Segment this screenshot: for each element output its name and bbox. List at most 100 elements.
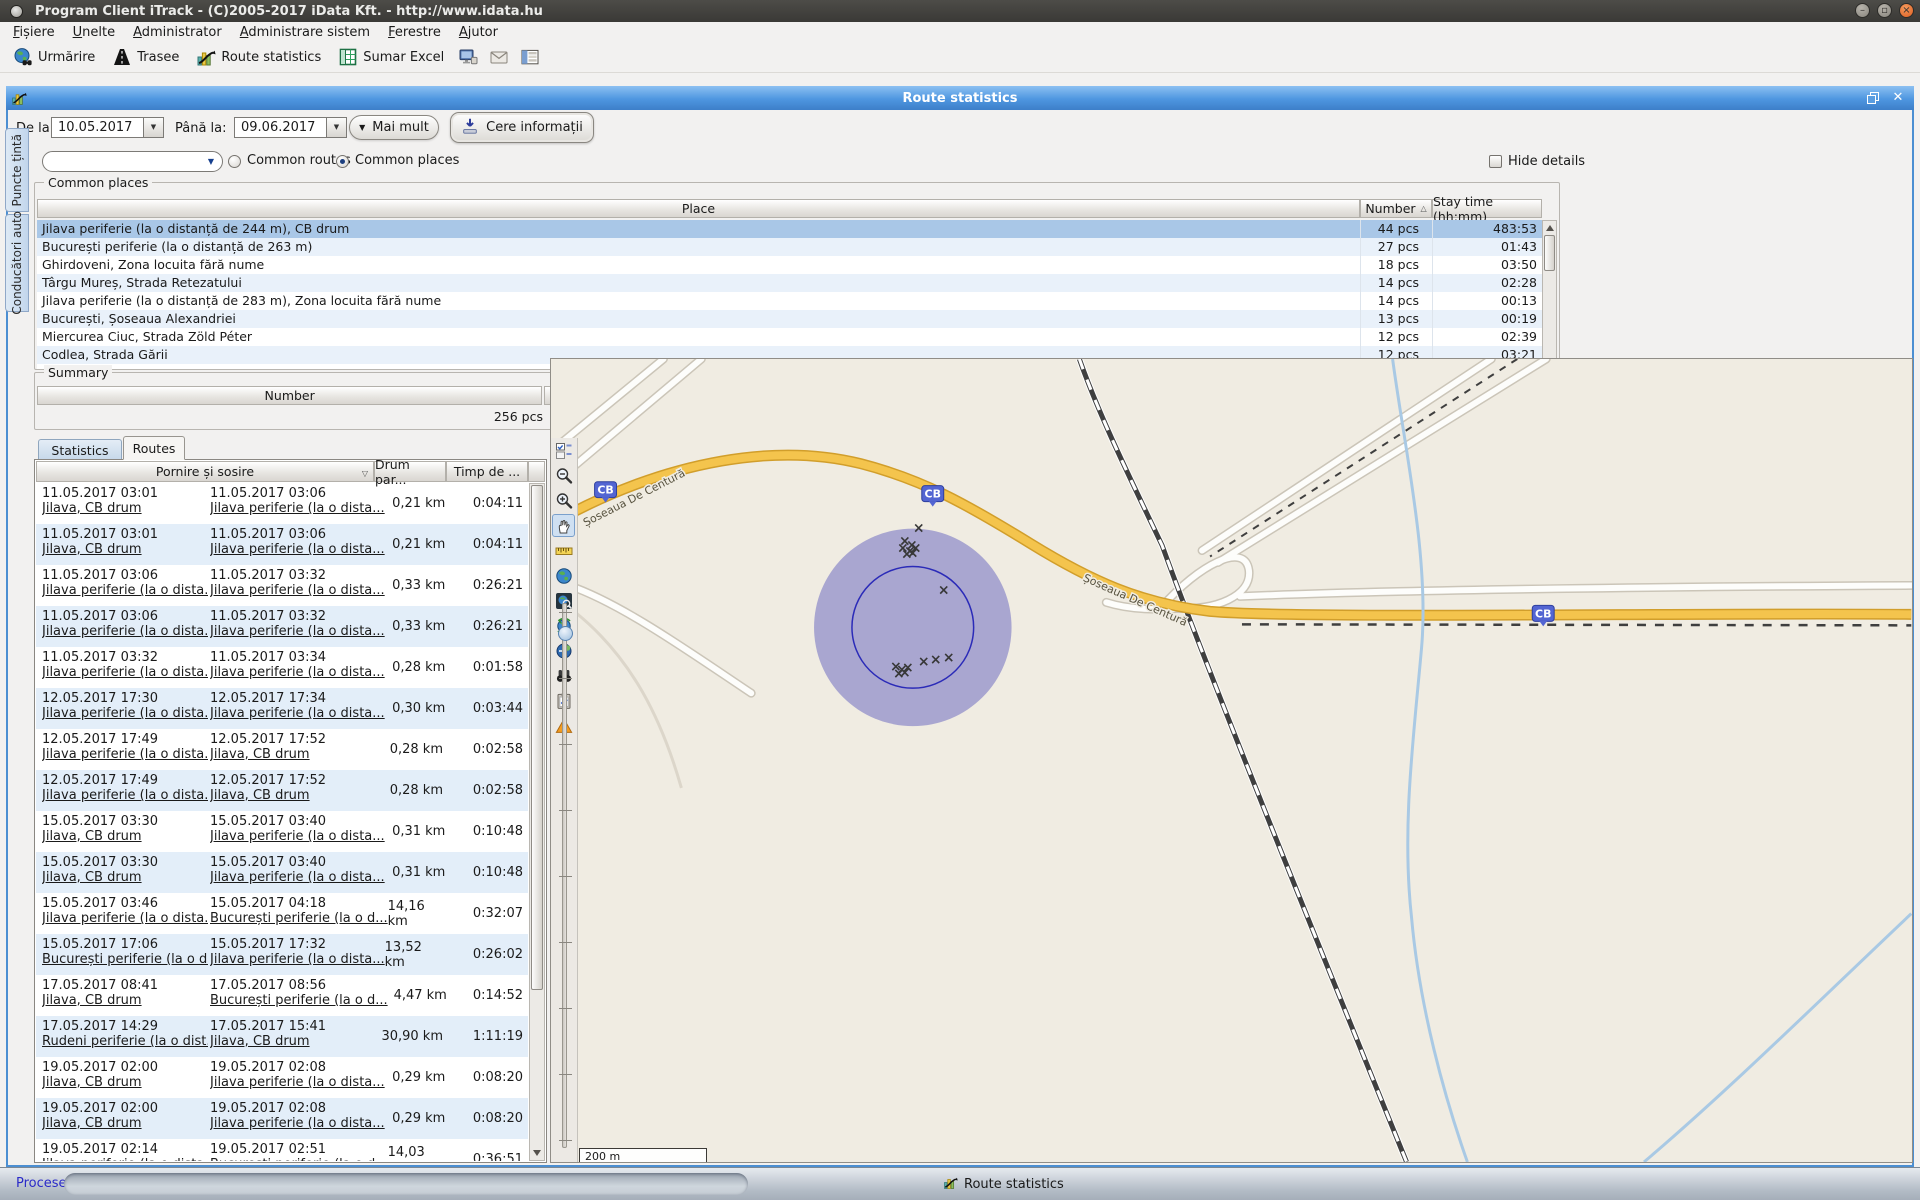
column-header-staytime[interactable]: Stay time (hh:mm) [1432, 194, 1542, 224]
departure-place-link[interactable]: Jilava periferie (la o dista... [42, 706, 208, 721]
departure-place-link[interactable]: Jilava periferie (la o dista... [42, 665, 208, 680]
common-routes-radio[interactable] [228, 155, 241, 168]
common-places-row[interactable]: Jilava periferie (la o distanță de 244 m… [37, 220, 1542, 238]
from-date-input[interactable]: 10.05.2017 [51, 117, 144, 138]
more-button[interactable]: ▼ Mai mult [349, 115, 439, 140]
toolbar-panels-button[interactable] [516, 44, 544, 70]
arrival-place-link[interactable]: Jilava periferie (la o dista... [210, 706, 385, 721]
restore-icon[interactable] [1864, 90, 1880, 106]
route-row[interactable]: 11.05.2017 03:01 Jilava, CB drum 11.05.2… [36, 483, 528, 524]
route-row[interactable]: 15.05.2017 17:06 București periferie (la… [36, 934, 528, 975]
menu-item[interactable]: Administrare sistem [231, 23, 379, 42]
to-date-dropdown[interactable]: ▼ [327, 117, 347, 138]
menu-item[interactable]: Ferestre [379, 23, 450, 42]
arrival-place-link[interactable]: Jilava periferie (la o dista... [210, 952, 385, 967]
arrival-place-link[interactable]: București periferie (la o d... [210, 911, 388, 926]
route-row[interactable]: 11.05.2017 03:01 Jilava, CB drum 11.05.2… [36, 524, 528, 565]
route-row[interactable]: 12.05.2017 17:49 Jilava periferie (la o … [36, 729, 528, 770]
departure-place-link[interactable]: Jilava periferie (la o dista... [42, 624, 208, 639]
chevron-down-icon[interactable]: ▼ [208, 157, 214, 166]
maximize-button[interactable]: ▫ [1877, 3, 1892, 18]
route-row[interactable]: 17.05.2017 14:29 Rudeni periferie (la o … [36, 1016, 528, 1057]
toolbar-devices-button[interactable] [454, 44, 482, 70]
arrival-place-link[interactable]: București periferie (la o d... [210, 993, 388, 1008]
map-tool-zoom-out[interactable] [552, 464, 575, 487]
departure-place-link[interactable]: Rudeni periferie (la o dist... [42, 1034, 208, 1049]
departure-place-link[interactable]: Jilava, CB drum [42, 1075, 208, 1090]
mdi-titlebar[interactable]: Route statistics ✕ [6, 86, 1914, 110]
common-places-row[interactable]: București periferie (la o distanță de 26… [37, 238, 1542, 256]
arrival-place-link[interactable]: Jilava periferie (la o dista... [210, 1075, 385, 1090]
map-tool-ruler[interactable] [552, 539, 575, 562]
hide-details-checkbox[interactable] [1489, 155, 1502, 168]
menu-item[interactable]: Administrator [124, 23, 231, 42]
common-places-radio[interactable] [336, 155, 349, 168]
departure-place-link[interactable]: Jilava periferie (la o dista... [42, 1157, 208, 1161]
places-scrollbar[interactable] [1542, 220, 1557, 369]
departure-place-link[interactable]: Jilava, CB drum [42, 993, 208, 1008]
departure-place-link[interactable]: Jilava, CB drum [42, 542, 208, 557]
arrival-place-link[interactable]: Jilava periferie (la o dista... [210, 665, 385, 680]
departure-place-link[interactable]: Jilava periferie (la o dista... [42, 911, 208, 926]
departure-place-link[interactable]: Jilava periferie (la o dista... [42, 583, 208, 598]
close-button[interactable]: × [1899, 3, 1914, 18]
column-header-place[interactable]: Place [37, 199, 1360, 218]
toolbar-route-statistics-button[interactable]: Route statistics [189, 44, 328, 70]
place-filter-combobox[interactable]: ▼ [42, 151, 223, 172]
arrival-place-link[interactable]: București periferie (la o d... [210, 1157, 388, 1161]
arrival-place-link[interactable]: Jilava periferie (la o dista... [210, 542, 385, 557]
arrival-place-link[interactable]: Jilava, CB drum [210, 1034, 380, 1049]
departure-place-link[interactable]: București periferie (la o d... [42, 952, 208, 967]
arrival-place-link[interactable]: Jilava periferie (la o dista... [210, 1116, 385, 1131]
route-row[interactable]: 12.05.2017 17:49 Jilava periferie (la o … [36, 770, 528, 811]
departure-place-link[interactable]: Jilava periferie (la o dista... [42, 788, 208, 803]
common-places-row[interactable]: Jilava periferie (la o distanță de 283 m… [37, 292, 1542, 310]
map-zoom-slider[interactable] [558, 603, 573, 1148]
taskbar-item-route-statistics[interactable]: Route statistics [935, 1173, 1072, 1196]
sidebar-tab-drivers[interactable]: Conducători auto [5, 211, 29, 315]
map-tool-zoom-in[interactable] [552, 489, 575, 512]
menu-item[interactable]: Unelte [64, 23, 124, 42]
map-tool-pan[interactable] [552, 514, 575, 537]
common-places-row[interactable]: București, Șoseaua Alexandriei 13 pcs 00:1… [37, 310, 1542, 328]
route-row[interactable]: 11.05.2017 03:32 Jilava periferie (la o … [36, 647, 528, 688]
toolbar-messages-button[interactable] [485, 44, 513, 70]
toolbar-excel-summary-button[interactable]: Sumar Excel [331, 44, 451, 70]
column-header-departure-arrival[interactable]: Pornire și sosire [36, 461, 374, 482]
sidebar-tab-target-points[interactable]: Puncte țintă [5, 128, 29, 212]
arrival-place-link[interactable]: Jilava periferie (la o dista... [210, 583, 385, 598]
route-row[interactable]: 15.05.2017 03:30 Jilava, CB drum 15.05.2… [36, 852, 528, 893]
route-row[interactable]: 15.05.2017 03:30 Jilava, CB drum 15.05.2… [36, 811, 528, 852]
route-row[interactable]: 15.05.2017 03:46 Jilava periferie (la o … [36, 893, 528, 934]
route-row[interactable]: 19.05.2017 02:00 Jilava, CB drum 19.05.2… [36, 1098, 528, 1139]
to-date-input[interactable]: 09.06.2017 [234, 117, 327, 138]
arrival-place-link[interactable]: Jilava periferie (la o dista... [210, 829, 385, 844]
scrollbar-thumb[interactable] [1544, 235, 1555, 271]
summary-header-number[interactable]: Number [37, 386, 543, 405]
column-header-distance[interactable]: Drum par... [374, 457, 446, 487]
close-icon[interactable]: ✕ [1890, 90, 1906, 106]
route-row[interactable]: 19.05.2017 02:00 Jilava, CB drum 19.05.2… [36, 1057, 528, 1098]
common-places-row[interactable]: Miercurea Ciuc, Strada Zöld Péter 12 pcs 0… [37, 328, 1542, 346]
departure-place-link[interactable]: Jilava periferie (la o dista... [42, 747, 208, 762]
map-canvas[interactable]: Șoseaua De Centură Șoseaua De Centură × ×… [550, 358, 1913, 1163]
route-row[interactable]: 19.05.2017 02:14 Jilava periferie (la o … [36, 1139, 528, 1161]
column-header-number[interactable]: Number [1360, 199, 1432, 218]
routes-scrollbar[interactable] [529, 483, 545, 1161]
arrival-place-link[interactable]: Jilava, CB drum [210, 788, 380, 803]
route-row[interactable]: 11.05.2017 03:06 Jilava periferie (la o … [36, 606, 528, 647]
departure-place-link[interactable]: Jilava, CB drum [42, 501, 208, 516]
from-date-dropdown[interactable]: ▼ [144, 117, 164, 138]
scrollbar-thumb[interactable] [531, 485, 543, 990]
request-info-button[interactable]: Cere informații [450, 112, 594, 143]
minimize-button[interactable]: – [1855, 3, 1870, 18]
map-tool-globe[interactable] [552, 564, 575, 587]
arrival-place-link[interactable]: Jilava periferie (la o dista... [210, 624, 385, 639]
departure-place-link[interactable]: Jilava, CB drum [42, 1116, 208, 1131]
toolbar-tracking-button[interactable]: Urmărire [6, 44, 102, 70]
tab-statistics[interactable]: Statistics [38, 439, 122, 460]
route-row[interactable]: 12.05.2017 17:30 Jilava periferie (la o … [36, 688, 528, 729]
route-row[interactable]: 11.05.2017 03:06 Jilava periferie (la o … [36, 565, 528, 606]
route-row[interactable]: 17.05.2017 08:41 Jilava, CB drum 17.05.2… [36, 975, 528, 1016]
tab-routes[interactable]: Routes [123, 436, 185, 460]
